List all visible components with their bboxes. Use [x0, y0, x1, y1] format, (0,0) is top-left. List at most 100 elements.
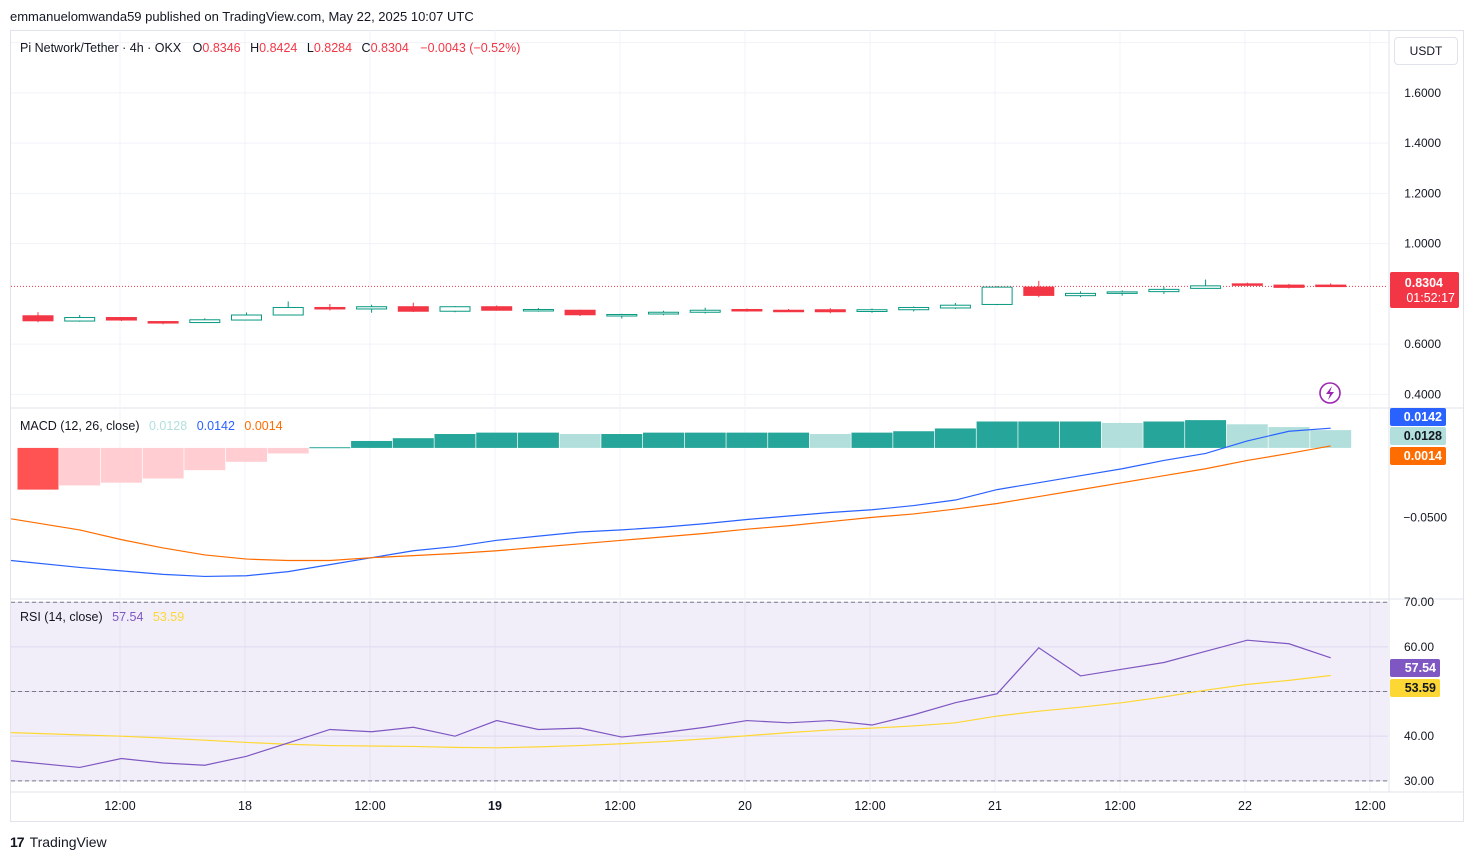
candle-body	[231, 314, 262, 321]
candle	[939, 302, 971, 309]
macd-hist-bar	[517, 432, 559, 448]
candle	[397, 302, 429, 312]
macd-tag-value: 0.0142	[1404, 410, 1442, 424]
candle-body	[397, 306, 429, 312]
macd-line-value: 0.0142	[197, 419, 235, 433]
currency-button[interactable]: USDT	[1394, 37, 1458, 65]
macd-hist-bar	[1143, 421, 1185, 448]
macd-hist-bar	[1060, 421, 1101, 448]
candle-body	[773, 309, 805, 313]
candle-body	[898, 306, 930, 311]
rsi-tick-label: 60.00	[1404, 640, 1434, 654]
macd-hist-bar	[142, 447, 184, 479]
candle	[731, 308, 763, 312]
macd-hist-value: 0.0128	[149, 419, 187, 433]
candle-body	[564, 309, 596, 316]
macd-hist-bar	[1310, 430, 1352, 448]
symbol-legend: Pi Network/Tether · 4h · OKX O0.8346 H0.…	[20, 41, 520, 55]
candle	[147, 321, 179, 325]
chart-canvas[interactable]: 1.80001.60001.40001.20001.00000.60000.40…	[0, 0, 1475, 862]
candle-body	[356, 306, 388, 310]
rsi-tick-label: 40.00	[1404, 729, 1434, 743]
price-tick-label: 1.4000	[1404, 136, 1441, 150]
time-tick-label: 18	[238, 799, 252, 813]
macd-hist-bar	[1018, 421, 1060, 448]
macd-hist-bar	[1101, 422, 1143, 448]
candle	[231, 312, 262, 321]
macd-hist-bar	[768, 432, 810, 448]
rsi-band	[11, 601, 1388, 782]
candle-body	[981, 286, 1013, 305]
candle	[64, 315, 96, 322]
candle-body	[64, 317, 96, 322]
macd-hist-bar	[601, 434, 643, 448]
macd-hist-bar	[893, 431, 935, 448]
lightning-icon[interactable]	[1319, 382, 1341, 404]
rsi-label: RSI (14, close)	[20, 610, 103, 624]
macd-hist-bar	[309, 447, 351, 449]
macd-hist-bar	[476, 432, 518, 448]
close-label: C	[362, 41, 371, 55]
candle	[1023, 280, 1055, 298]
high-value: 0.8424	[259, 41, 297, 55]
candle-body	[856, 309, 888, 312]
rsi-tag-value: 57.54	[1405, 661, 1436, 675]
candle-body	[314, 306, 346, 310]
time-tick-label: 12:00	[854, 799, 885, 813]
macd-hist-bar	[1185, 420, 1227, 448]
candle	[439, 305, 471, 313]
time-tick-label: 12:00	[104, 799, 135, 813]
candle	[522, 307, 554, 312]
rsi-tick-label: 70.00	[1404, 595, 1434, 609]
macd-hist-bar	[934, 428, 976, 448]
macd-hist-bar	[59, 447, 101, 486]
open-value: 0.8346	[202, 41, 240, 55]
high-label: H	[250, 41, 259, 55]
time-tick-label: 22	[1238, 799, 1252, 813]
last-price-tag-value: 0.8304	[1405, 276, 1443, 290]
rsi-line-value: 57.54	[112, 610, 143, 624]
macd-hist-bar	[684, 432, 726, 448]
time-tick-label: 12:00	[1104, 799, 1135, 813]
time-tick-label: 12:00	[1354, 799, 1385, 813]
time-tick-label: 12:00	[354, 799, 385, 813]
candle	[981, 286, 1013, 306]
candle-body	[439, 306, 471, 312]
axis-tags: 0.830401:52:17 0.0142 0.0128 0.0014 57.54 53.…	[1390, 272, 1459, 697]
rsi-tick-label: 30.00	[1404, 774, 1434, 788]
macd-tag-value: 0.0014	[1404, 449, 1442, 463]
candle-body	[648, 311, 679, 315]
candle	[1065, 291, 1096, 298]
candle	[189, 318, 221, 324]
candle-body	[147, 321, 179, 324]
tradingview-brand: TradingView	[29, 834, 107, 850]
candle-body	[731, 308, 763, 312]
time-tick-label: 20	[738, 799, 752, 813]
candle-body	[1273, 284, 1305, 288]
time-tick-label: 21	[988, 799, 1002, 813]
candle-body	[1065, 292, 1096, 297]
candle	[648, 310, 679, 316]
time-tick-label: 19	[488, 799, 502, 813]
macd-hist-bar	[351, 440, 393, 448]
candle-body	[1106, 291, 1138, 294]
macd-hist-bar	[726, 432, 768, 448]
candle	[898, 306, 930, 312]
candle	[314, 303, 346, 311]
price-tick-label: 1.0000	[1404, 237, 1441, 251]
candle	[22, 312, 54, 323]
candle	[1315, 283, 1347, 288]
candle-body	[689, 309, 721, 313]
price-tick-label: 0.6000	[1404, 337, 1441, 351]
candle	[773, 308, 805, 313]
candle	[564, 309, 596, 317]
macd-label: MACD (12, 26, close)	[20, 419, 139, 433]
candle	[481, 305, 513, 311]
candle	[1190, 279, 1222, 289]
tradingview-footer: 17 TradingView	[10, 834, 107, 850]
candle-body	[1023, 286, 1055, 296]
macd-hist-bar	[267, 447, 309, 454]
candle	[689, 307, 721, 314]
macd-hist-bar	[392, 438, 434, 448]
open-label: O	[193, 41, 203, 55]
